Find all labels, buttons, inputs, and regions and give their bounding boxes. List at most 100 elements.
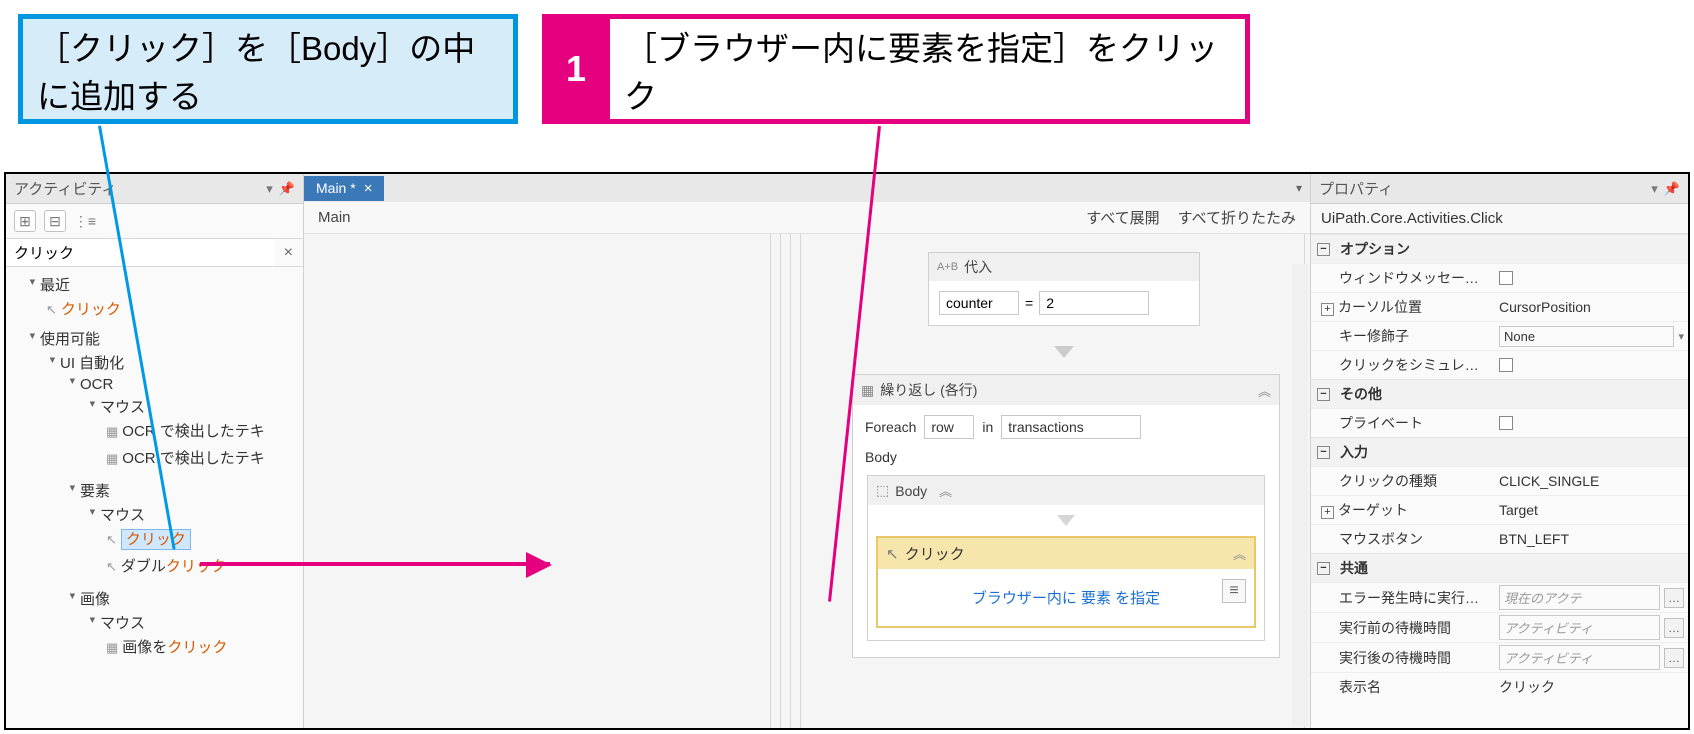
foreach-label: Foreach [865, 419, 916, 435]
breadcrumb-main[interactable]: Main [318, 209, 351, 226]
collapse-icon[interactable]: ︽ [1258, 381, 1271, 400]
activities-title-text: アクティビティ [14, 178, 116, 199]
prop-delay-before-value[interactable]: アクティビティ [1499, 615, 1660, 640]
designer-panel: Main * × ▾ Main すべて展開 すべて折りたたみ A+B 代入 [304, 174, 1310, 728]
prop-delay-after-value[interactable]: アクティビティ [1499, 645, 1660, 670]
tree-dblclick-hl[interactable]: クリック [166, 558, 226, 575]
cat-other: その他 [1340, 384, 1382, 404]
activities-tree[interactable]: 最近 ↖ クリック 使用可能 UI 自動化 OCR マウス ▦ OCR で検出したテ… [6, 267, 303, 728]
tree-available[interactable]: 使用可能 [40, 331, 100, 348]
properties-title-text: プロパティ [1319, 178, 1393, 199]
tree-image[interactable]: 画像 [80, 591, 110, 608]
checkbox[interactable] [1499, 416, 1513, 430]
tree-image-hl[interactable]: クリック [167, 639, 227, 656]
toolbar-collapse-icon[interactable]: ⊟ [44, 210, 66, 232]
expand-all-link[interactable]: すべて展開 [1086, 207, 1159, 228]
prop-cursor-position: カーソル位置 [1338, 299, 1422, 315]
prop-target-value[interactable]: Target [1495, 500, 1688, 520]
prop-delay-before: 実行前の待機時間 [1311, 614, 1495, 642]
expander-icon[interactable]: − [1317, 562, 1330, 575]
tree-click[interactable]: クリック [121, 529, 191, 550]
tree-image-pre[interactable]: 画像を [122, 639, 167, 656]
pin-icon[interactable]: 📌 [1664, 181, 1680, 197]
prop-cursor-position-value[interactable]: CursorPosition [1495, 297, 1688, 317]
pin-icon[interactable]: 📌 [279, 181, 295, 197]
cat-options: オプション [1340, 239, 1410, 259]
properties-panel-title: プロパティ ▾ 📌 [1311, 174, 1688, 204]
tree-mouse-2[interactable]: マウス [100, 507, 145, 524]
tree-element[interactable]: 要素 [80, 483, 110, 500]
checkbox[interactable] [1499, 358, 1513, 372]
cat-common: 共通 [1340, 558, 1368, 578]
prop-click-type: クリックの種類 [1311, 467, 1495, 495]
collapse-all-link[interactable]: すべて折りたたみ [1178, 207, 1296, 228]
foreach-collection-field[interactable]: transactions [1001, 415, 1141, 439]
expander-icon[interactable]: − [1317, 243, 1330, 256]
assign-activity[interactable]: A+B 代入 counter = 2 [928, 252, 1200, 326]
tab-main[interactable]: Main * × [304, 176, 384, 201]
property-grid[interactable]: −オプション ウィンドウメッセージを送信 +カーソル位置CursorPositi… [1311, 234, 1688, 728]
expander-icon[interactable]: + [1321, 303, 1334, 316]
prop-continue-on-error-value[interactable]: 現在のアクテ [1499, 585, 1660, 610]
prop-private: プライベート [1311, 409, 1495, 437]
prop-click-type-value[interactable]: CLICK_SINGLE [1495, 471, 1688, 491]
prop-display-name-value[interactable]: クリック [1495, 675, 1688, 699]
tree-ocr[interactable]: OCR [80, 376, 113, 393]
ellipsis-button[interactable]: … [1664, 648, 1684, 668]
assign-value-field[interactable]: 2 [1039, 291, 1149, 315]
prop-key-modifiers-value[interactable]: None [1499, 326, 1674, 347]
tree-mouse-1[interactable]: マウス [100, 399, 145, 416]
tree-mouse-3[interactable]: マウス [100, 615, 145, 632]
foreach-var-field[interactable]: row [924, 415, 974, 439]
tree-recent-click[interactable]: クリック [61, 301, 121, 318]
clear-search-icon[interactable]: × [274, 244, 303, 262]
expander-icon[interactable]: − [1317, 446, 1330, 459]
ellipsis-button[interactable]: … [1664, 588, 1684, 608]
collapse-icon[interactable]: ︽ [1233, 544, 1246, 563]
expander-icon[interactable]: + [1321, 506, 1334, 519]
click-activity[interactable]: ↖ クリック ︽ ブラウザー内に 要素 を指定 ≡ [876, 536, 1256, 628]
breadcrumb: Main すべて展開 すべて折りたたみ [304, 202, 1310, 234]
tree-recent[interactable]: 最近 [40, 277, 70, 294]
assign-title: 代入 [964, 257, 992, 277]
designer-canvas[interactable]: A+B 代入 counter = 2 ▦ 繰り返し (各行) ︽ [304, 234, 1310, 728]
tree-ocr-text-1[interactable]: OCR で検出したテキ [122, 423, 265, 440]
tab-dropdown-icon[interactable]: ▾ [1288, 181, 1310, 195]
tree-ocr-text-2[interactable]: OCR で検出したテキ [122, 450, 265, 467]
body-sequence[interactable]: ⬚ Body ︽ ↖ クリック ︽ ブ [867, 475, 1265, 641]
activity-icon: ▦ [106, 424, 118, 439]
foreach-in: in [982, 419, 993, 435]
indicate-element-link[interactable]: ブラウザー内に 要素 を指定 [972, 587, 1160, 608]
assign-equals: = [1025, 295, 1033, 311]
foreach-body-label: Body [853, 443, 1279, 475]
tree-dblclick-pre[interactable]: ダブル [121, 558, 166, 575]
toolbar-expand-icon[interactable]: ⊞ [14, 210, 36, 232]
activities-panel-title: アクティビティ ▾ 📌 [6, 174, 303, 204]
foreach-activity[interactable]: ▦ 繰り返し (各行) ︽ Foreach row in transaction… [852, 374, 1280, 658]
drop-arrow-icon [1057, 515, 1075, 526]
hamburger-menu-icon[interactable]: ≡ [1222, 579, 1246, 603]
assign-to-field[interactable]: counter [939, 291, 1019, 315]
tab-close-icon[interactable]: × [364, 180, 373, 197]
activities-search-input[interactable] [6, 239, 274, 266]
prop-key-modifiers: キー修飾子 [1311, 322, 1495, 350]
click-activity-body: ブラウザー内に 要素 を指定 ≡ [878, 569, 1254, 626]
tree-ui-auto[interactable]: UI 自動化 [60, 355, 124, 372]
prop-mouse-button-value[interactable]: BTN_LEFT [1495, 529, 1688, 549]
dropdown-icon[interactable]: ▾ [1678, 330, 1684, 343]
dropdown-icon[interactable]: ▾ [266, 181, 273, 197]
click-activity-header: ↖ クリック ︽ [878, 538, 1254, 569]
prop-simulate-click: クリックをシミュレート [1311, 351, 1495, 379]
vertical-scrollbar[interactable] [1292, 264, 1308, 726]
dropdown-icon[interactable]: ▾ [1651, 181, 1658, 197]
assign-header: A+B 代入 [929, 253, 1199, 281]
activities-toolbar: ⊞ ⊟ ⋮≡ [6, 204, 303, 239]
toolbar-filter-icon[interactable]: ⋮≡ [74, 210, 96, 232]
collapse-icon[interactable]: ︽ [939, 481, 952, 500]
checkbox[interactable] [1499, 271, 1513, 285]
ellipsis-button[interactable]: … [1664, 618, 1684, 638]
cursor-icon: ↖ [46, 302, 57, 317]
expander-icon[interactable]: − [1317, 388, 1330, 401]
body-title: Body [895, 483, 927, 499]
property-type: UiPath.Core.Activities.Click [1311, 204, 1688, 234]
